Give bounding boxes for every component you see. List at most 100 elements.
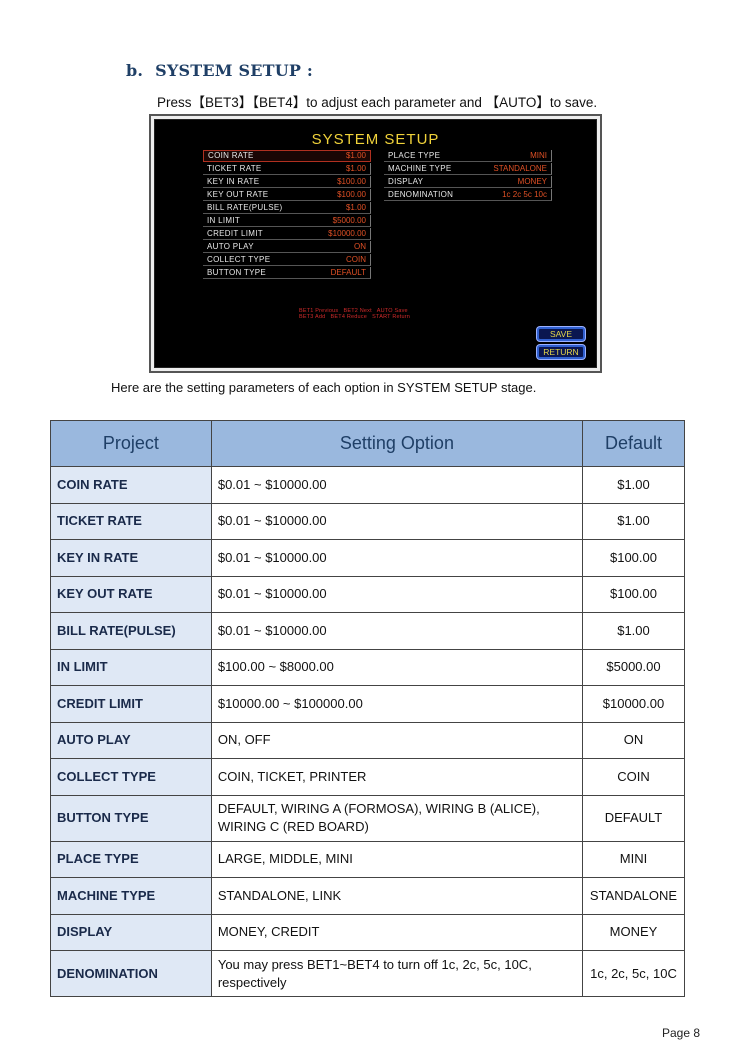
table-caption: Here are the setting parameters of each … bbox=[111, 380, 537, 395]
cell-option: $0.01 ~ $10000.00 bbox=[210, 466, 583, 504]
system-setup-screenshot: SYSTEM SETUP COIN RATE $1.00 TICKET RATE $… bbox=[149, 114, 602, 373]
param-value: $1.00 bbox=[345, 151, 366, 161]
intro-text: Press【BET3】【BET4】to adjust each paramete… bbox=[157, 95, 598, 110]
param-name: DENOMINATION bbox=[388, 189, 454, 199]
table-row: PLACE TYPE LARGE, MIDDLE, MINI MINI bbox=[50, 840, 686, 878]
section-letter: b. bbox=[126, 61, 144, 80]
table-row: KEY OUT RATE $0.01 ~ $10000.00 $100.00 bbox=[50, 575, 686, 613]
screen-param-key-in-rate: KEY IN RATE $100.00 bbox=[203, 176, 371, 188]
param-value: COIN bbox=[346, 254, 366, 264]
param-value: $100.00 bbox=[337, 176, 366, 186]
cell-project: IN LIMIT bbox=[50, 648, 212, 686]
param-name: AUTO PLAY bbox=[207, 241, 254, 251]
cell-project: MACHINE TYPE bbox=[50, 877, 212, 915]
table-row: MACHINE TYPE STANDALONE, LINK STANDALONE bbox=[50, 877, 686, 915]
cell-default: ON bbox=[581, 721, 686, 759]
cell-project: BILL RATE(PULSE) bbox=[50, 612, 212, 650]
screen-param-coin-rate: COIN RATE $1.00 bbox=[203, 150, 371, 162]
screen-param-collect-type: COLLECT TYPE COIN bbox=[203, 254, 371, 266]
screen-hint-line-2: BET3 Add BET4 Reduce START Return bbox=[299, 314, 411, 320]
param-name: BILL RATE(PULSE) bbox=[207, 202, 283, 212]
screen-param-auto-play: AUTO PLAY ON bbox=[203, 241, 371, 253]
param-value: MINI bbox=[530, 150, 547, 160]
screen-param-place-type: PLACE TYPE MINI bbox=[384, 150, 552, 162]
cell-option: LARGE, MIDDLE, MINI bbox=[210, 840, 583, 878]
cell-option: $0.01 ~ $10000.00 bbox=[210, 612, 583, 650]
cell-option: STANDALONE, LINK bbox=[210, 877, 583, 915]
screen-param-bill-rate: BILL RATE(PULSE) $1.00 bbox=[203, 202, 371, 214]
cell-option: $100.00 ~ $8000.00 bbox=[210, 648, 583, 686]
table-row: BUTTON TYPE DEFAULT, WIRING A (FORMOSA), … bbox=[50, 794, 686, 842]
cell-default: COIN bbox=[581, 758, 686, 796]
cell-project: CREDIT LIMIT bbox=[50, 685, 212, 723]
screen-param-credit-limit: CREDIT LIMIT $10000.00 bbox=[203, 228, 371, 240]
cell-option: $0.01 ~ $10000.00 bbox=[210, 539, 583, 577]
param-name: CREDIT LIMIT bbox=[207, 228, 263, 238]
table-row: BILL RATE(PULSE) $0.01 ~ $10000.00 $1.00 bbox=[50, 612, 686, 650]
cell-option: You may press BET1~BET4 to turn off 1c, … bbox=[210, 950, 583, 997]
cell-default: STANDALONE bbox=[581, 877, 686, 915]
param-value: ON bbox=[354, 241, 366, 251]
cell-option: $0.01 ~ $10000.00 bbox=[210, 502, 583, 540]
cell-default: $100.00 bbox=[581, 539, 686, 577]
cell-option: DEFAULT, WIRING A (FORMOSA), WIRING B (A… bbox=[210, 794, 583, 842]
screen-param-ticket-rate: TICKET RATE $1.00 bbox=[203, 163, 371, 175]
param-value: MONEY bbox=[517, 176, 547, 186]
header-project: Project bbox=[50, 420, 212, 467]
save-button[interactable]: SAVE bbox=[537, 327, 585, 341]
param-value: $1.00 bbox=[345, 163, 366, 173]
param-name: TICKET RATE bbox=[207, 163, 262, 173]
table-row: DISPLAY MONEY, CREDIT MONEY bbox=[50, 913, 686, 951]
screen-param-in-limit: IN LIMIT $5000.00 bbox=[203, 215, 371, 227]
page-number: Page 8 bbox=[662, 1026, 701, 1040]
cell-default: $100.00 bbox=[581, 575, 686, 613]
section-heading: b. SYSTEM SETUP : bbox=[126, 61, 313, 80]
table-row: KEY IN RATE $0.01 ~ $10000.00 $100.00 bbox=[50, 539, 686, 577]
param-name: BUTTON TYPE bbox=[207, 267, 267, 277]
cell-default: $1.00 bbox=[581, 502, 686, 540]
table-row: CREDIT LIMIT $10000.00 ~ $100000.00 $10000… bbox=[50, 685, 686, 723]
param-value: $5000.00 bbox=[332, 215, 366, 225]
param-value: $1.00 bbox=[345, 202, 366, 212]
screen-param-machine-type: MACHINE TYPE STANDALONE bbox=[384, 163, 552, 175]
param-value: 1c 2c 5c 10c bbox=[502, 189, 547, 199]
cell-project: DISPLAY bbox=[50, 913, 212, 951]
cell-default: 1c, 2c, 5c, 10C bbox=[581, 950, 686, 997]
param-name: DISPLAY bbox=[388, 176, 424, 186]
table-header-row: Project Setting Option Default bbox=[50, 420, 686, 467]
param-name: IN LIMIT bbox=[207, 215, 241, 225]
param-value: DEFAULT bbox=[330, 267, 366, 277]
table-row: AUTO PLAY ON, OFF ON bbox=[50, 721, 686, 759]
cell-project: BUTTON TYPE bbox=[50, 794, 212, 842]
screen-title: SYSTEM SETUP bbox=[311, 131, 440, 148]
cell-option: $0.01 ~ $10000.00 bbox=[210, 575, 583, 613]
param-value: STANDALONE bbox=[493, 163, 547, 173]
screen-param-display: DISPLAY MONEY bbox=[384, 176, 552, 188]
cell-project: KEY OUT RATE bbox=[50, 575, 212, 613]
cell-project: COIN RATE bbox=[50, 466, 212, 504]
table-row: TICKET RATE $0.01 ~ $10000.00 $1.00 bbox=[50, 502, 686, 540]
section-title: SYSTEM SETUP : bbox=[155, 61, 314, 80]
screen-param-key-out-rate: KEY OUT RATE $100.00 bbox=[203, 189, 371, 201]
cell-default: DEFAULT bbox=[581, 794, 686, 842]
table-row: DENOMINATION You may press BET1~BET4 to t… bbox=[50, 950, 686, 997]
return-button[interactable]: RETURN bbox=[537, 345, 585, 359]
param-value: $100.00 bbox=[337, 189, 366, 199]
cell-project: KEY IN RATE bbox=[50, 539, 212, 577]
screen-param-denomination: DENOMINATION 1c 2c 5c 10c bbox=[384, 189, 552, 201]
cell-project: TICKET RATE bbox=[50, 502, 212, 540]
param-name: PLACE TYPE bbox=[388, 150, 441, 160]
cell-project: PLACE TYPE bbox=[50, 840, 212, 878]
system-setup-parameter-table: Project Setting Option Default COIN RATE… bbox=[50, 420, 686, 997]
screen-param-button-type: BUTTON TYPE DEFAULT bbox=[203, 267, 371, 279]
cell-project: AUTO PLAY bbox=[50, 721, 212, 759]
cell-default: $1.00 bbox=[581, 612, 686, 650]
cell-option: $10000.00 ~ $100000.00 bbox=[210, 685, 583, 723]
table-row: COIN RATE $0.01 ~ $10000.00 $1.00 bbox=[50, 466, 686, 504]
cell-default: MINI bbox=[581, 840, 686, 878]
param-name: KEY IN RATE bbox=[207, 176, 260, 186]
cell-project: COLLECT TYPE bbox=[50, 758, 212, 796]
cell-default: MONEY bbox=[581, 913, 686, 951]
cell-option: ON, OFF bbox=[210, 721, 583, 759]
param-name: MACHINE TYPE bbox=[388, 163, 452, 173]
